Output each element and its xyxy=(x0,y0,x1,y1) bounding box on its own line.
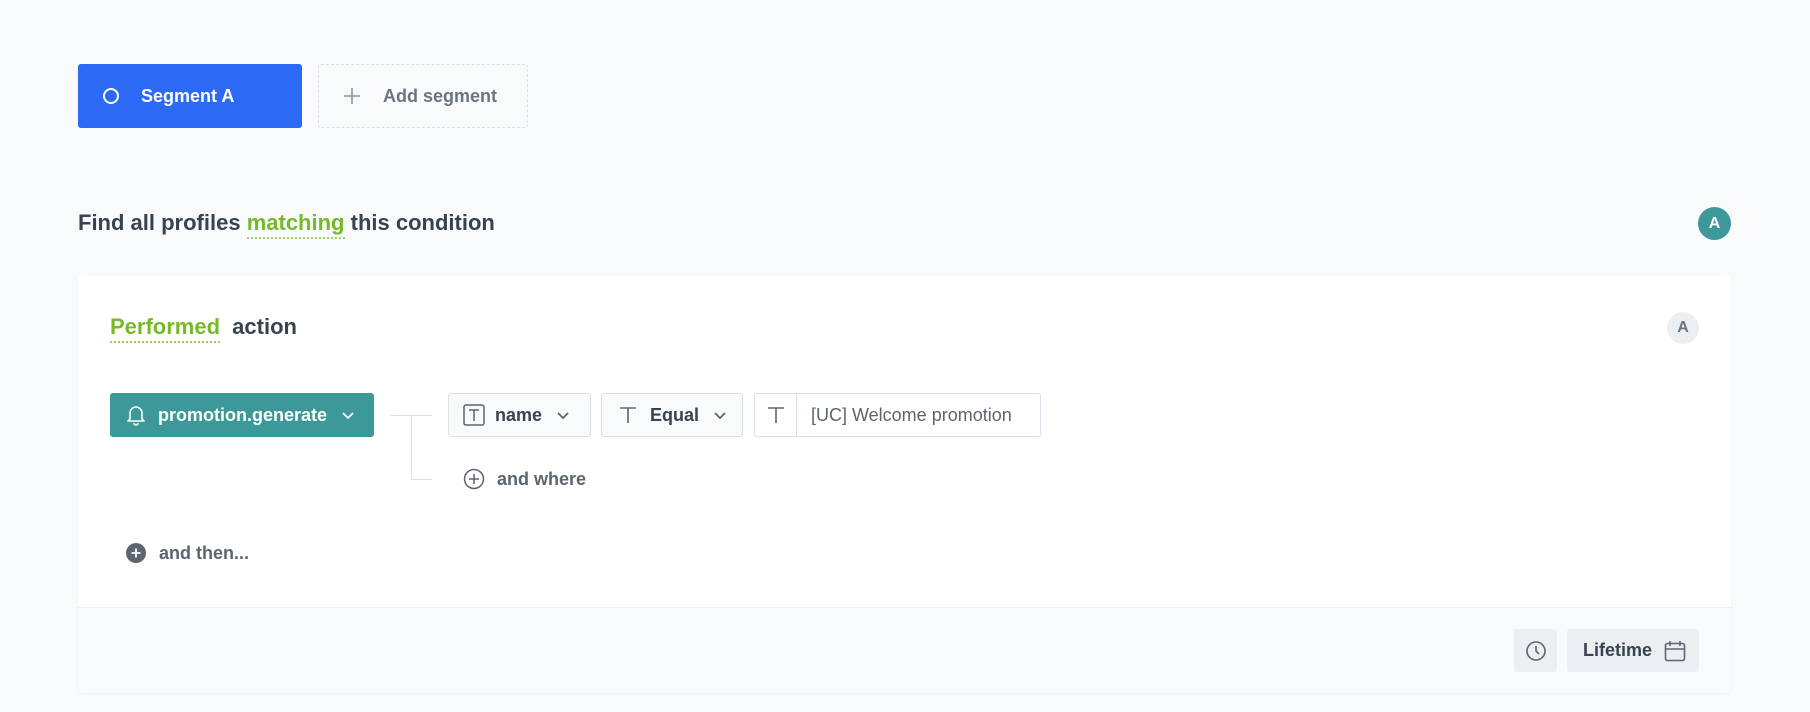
time-mode-button[interactable] xyxy=(1514,629,1557,672)
segment-avatar: A xyxy=(1698,207,1731,240)
value-field xyxy=(754,393,1041,437)
operator-label: Equal xyxy=(650,404,700,425)
add-segment-label: Add segment xyxy=(383,85,498,106)
action-word: action xyxy=(232,314,297,339)
circle-icon xyxy=(103,88,119,104)
event-selector-button[interactable]: promotion.generate xyxy=(110,393,374,437)
time-range-label: Lifetime xyxy=(1583,640,1653,660)
segment-a-tab[interactable]: Segment A xyxy=(78,64,302,128)
segment-a-label: Segment A xyxy=(141,85,235,106)
connector-line xyxy=(411,415,412,479)
chevron-down-icon xyxy=(556,410,570,420)
event-label: promotion.generate xyxy=(158,404,328,425)
condition-suffix: this condition xyxy=(350,210,495,235)
card-footer xyxy=(78,607,1731,693)
chevron-down-icon xyxy=(713,410,727,420)
calendar-icon xyxy=(1664,640,1686,662)
performed-selector[interactable]: Performed xyxy=(110,314,221,343)
matching-selector[interactable]: matching xyxy=(246,210,345,239)
and-where-label: and where xyxy=(497,468,587,489)
chevron-down-icon xyxy=(341,410,355,420)
text-type-icon xyxy=(463,404,485,426)
condition-title: Find all profiles matching this conditio… xyxy=(78,210,495,239)
plus-circle-icon xyxy=(125,542,147,564)
value-input[interactable] xyxy=(811,404,1031,426)
property-selector[interactable]: name xyxy=(448,393,591,437)
clock-icon xyxy=(1525,640,1547,662)
time-range-button[interactable]: Lifetime xyxy=(1567,629,1699,672)
text-type-icon xyxy=(755,394,797,436)
and-then-label: and then... xyxy=(159,542,249,563)
step-badge: A xyxy=(1667,312,1699,344)
property-label: name xyxy=(495,404,543,425)
add-segment-button[interactable]: Add segment xyxy=(318,64,528,128)
connector-line xyxy=(411,479,432,480)
performed-action-title: Performed action xyxy=(110,314,297,343)
plus-icon xyxy=(343,87,361,105)
and-where-button[interactable]: and where xyxy=(463,468,586,490)
and-then-button[interactable]: and then... xyxy=(125,542,249,564)
operator-selector[interactable]: Equal xyxy=(601,393,743,437)
text-type-icon xyxy=(618,405,638,425)
bell-icon xyxy=(126,404,146,426)
plus-circle-icon xyxy=(463,468,485,490)
condition-prefix: Find all profiles xyxy=(78,210,241,235)
